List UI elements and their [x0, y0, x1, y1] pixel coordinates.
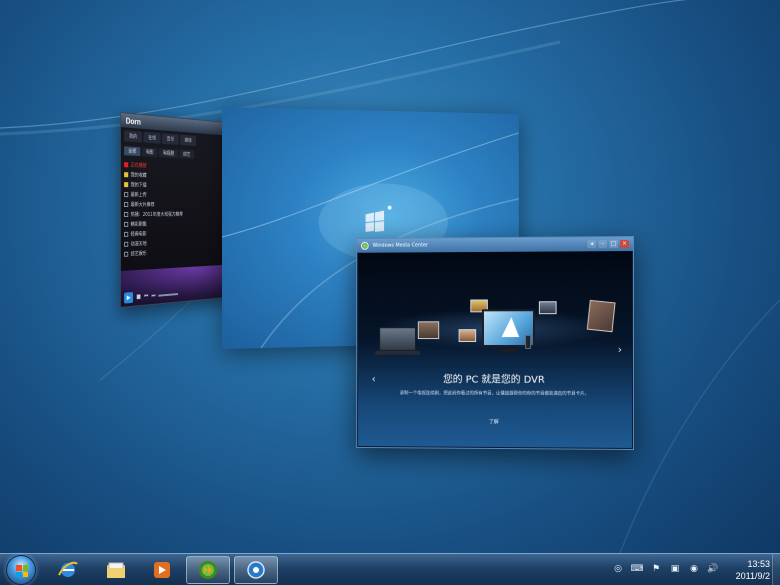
playlist-item-label: 正在播放 — [130, 161, 147, 169]
media-center-taskbar-button[interactable] — [186, 556, 230, 584]
window-buttons: ◂ – □ × — [587, 240, 630, 249]
close-button[interactable]: × — [620, 240, 630, 249]
player-subtab[interactable]: 电影 — [141, 147, 158, 157]
windows-explorer-button[interactable] — [94, 556, 138, 584]
playlist-item-label: 经典电影 — [130, 230, 147, 238]
media-center-icon — [199, 561, 217, 579]
playlist-item-label: 精彩剧集 — [130, 221, 147, 228]
flip-3d-taskbar-button[interactable] — [234, 556, 278, 584]
photo-frame-image — [417, 321, 440, 340]
back-button[interactable]: ◂ — [587, 240, 597, 249]
system-clock[interactable]: 13:53 2011/9/2 — [722, 558, 770, 582]
playlist-item-icon — [124, 191, 129, 197]
thumbnail-image — [538, 301, 557, 315]
media-player-icon — [154, 562, 170, 578]
playlist-item-icon — [124, 211, 129, 217]
folder-icon — [124, 181, 129, 187]
feature-description: 录制一个电视连续剧，把此前你看过的所有节目，让播放器帮你的你的节目都装满您的节目… — [399, 391, 590, 397]
player-subtab[interactable]: 电视剧 — [159, 148, 178, 159]
clock-time: 13:53 — [747, 559, 770, 569]
playlist-item-icon — [124, 221, 129, 227]
notification-area: ◎ ⌨ ⚑ ▣ ◉ 🔊 — [611, 562, 720, 576]
minimize-button[interactable]: – — [598, 240, 608, 249]
thumbnail-image — [458, 329, 477, 343]
playlist-item-icon — [124, 231, 129, 237]
network-icon[interactable]: ▣ — [668, 562, 682, 576]
playlist-item-label: 综艺娱乐 — [130, 250, 147, 258]
internet-explorer-button[interactable] — [46, 556, 90, 584]
qq-tray-icon[interactable]: ◎ — [611, 562, 625, 576]
tv-stand-image — [499, 348, 518, 353]
laptop-base-image — [375, 350, 420, 355]
internet-explorer-icon — [58, 561, 78, 577]
learn-more-link[interactable]: 了解 — [358, 418, 632, 426]
clock-date: 2011/9/2 — [735, 571, 770, 581]
play-icon[interactable]: ▶ — [124, 291, 134, 304]
photo-stack-image — [586, 299, 616, 333]
windows-logo-icon — [16, 565, 28, 577]
media-center-title: Windows Media Center — [372, 242, 428, 249]
input-method-icon[interactable]: ⌨ — [630, 562, 644, 576]
previous-icon[interactable]: ⏮ — [144, 292, 148, 300]
security-icon[interactable]: ◉ — [687, 562, 701, 576]
playlist-item-icon — [124, 201, 129, 207]
player-tab[interactable]: 在线 — [143, 131, 161, 144]
playlist-item-icon — [124, 251, 129, 257]
phone-image — [525, 335, 532, 349]
sailboat-icon — [501, 317, 520, 338]
volume-slider[interactable] — [158, 292, 179, 297]
stop-icon[interactable]: ■ — [136, 293, 141, 300]
playlist-item-label: 我的收藏 — [130, 171, 147, 179]
taskbar: ◎ ⌨ ⚑ ▣ ◉ 🔊 13:53 2011/9/2 — [0, 553, 780, 585]
next-arrow-icon[interactable]: › — [618, 343, 622, 356]
feature-headline: 您的 PC 就是您的 DVR — [443, 374, 545, 386]
app-circle-icon — [247, 561, 265, 579]
media-center-logo-icon — [360, 241, 369, 250]
playlist-item-label: 动漫天地 — [130, 240, 147, 248]
media-center-window[interactable]: Windows Media Center ◂ – □ × ‹ › 您的 PC 就… — [356, 236, 634, 450]
volume-icon[interactable]: 🔊 — [706, 562, 720, 576]
folder-icon — [124, 171, 129, 177]
start-button[interactable] — [6, 555, 36, 585]
desktop[interactable]: Dorn 我的 在线 音乐 媒体 全部 电影 电视剧 综艺 正在播放我的收藏我的… — [0, 0, 780, 553]
player-tab[interactable]: 我的 — [124, 130, 142, 143]
player-logo: Dorn — [125, 116, 141, 127]
playlist-item-icon — [124, 241, 129, 247]
playlist-item-icon — [124, 161, 129, 167]
playlist-item-label: 我的下载 — [130, 181, 147, 189]
folder-icon — [107, 562, 125, 578]
next-icon[interactable]: ⏭ — [151, 292, 155, 300]
playlist-item-label: 最新大片推荐 — [130, 201, 155, 208]
player-subtab[interactable]: 全部 — [124, 146, 141, 157]
show-desktop-button[interactable] — [772, 554, 780, 585]
media-player-button[interactable] — [140, 556, 184, 584]
player-tab[interactable]: 媒体 — [180, 134, 197, 147]
media-center-content: ‹ › 您的 PC 就是您的 DVR 录制一个电视连续剧，把此前你看过的所有节目… — [358, 251, 633, 448]
player-subtab[interactable]: 综艺 — [179, 149, 194, 159]
player-controls: ▶ ■ ⏮ ⏭ — [124, 288, 179, 304]
laptop-image — [379, 327, 416, 351]
action-center-flag-icon[interactable]: ⚑ — [649, 562, 663, 576]
playlist-item-label: 最新上传 — [130, 191, 147, 198]
player-tab[interactable]: 音乐 — [162, 133, 179, 145]
maximize-button[interactable]: □ — [609, 240, 619, 249]
playlist-item-label: 热播：2011年度大戏强力推荐 — [130, 211, 183, 218]
